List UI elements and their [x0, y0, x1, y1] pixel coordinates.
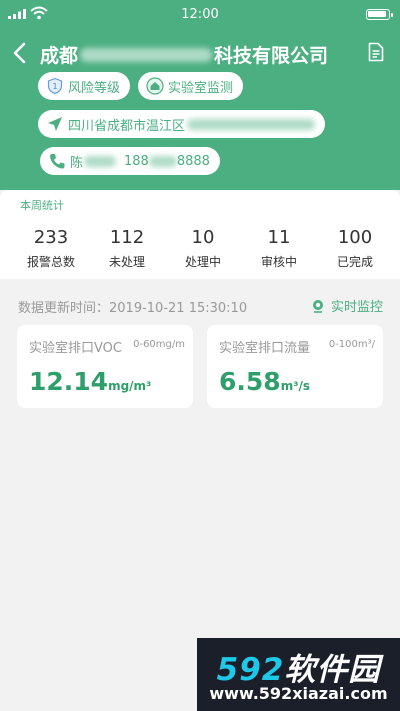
flow-card[interactable]: 实验室排口流量 0-100m³/ 6.58m³/s [207, 325, 383, 408]
title-redacted [80, 47, 213, 62]
stat-label: 审核中 [260, 255, 297, 269]
watermark-name: 软件园 [284, 652, 381, 688]
shield-icon: 1 [47, 77, 63, 95]
svg-text:1: 1 [52, 82, 57, 91]
card-unit: mg/m³ [108, 379, 152, 393]
header: 12:00 成都 科技有限公司 1 风险等级 实验室监测 四川省成都市温江区 陈… [0, 0, 400, 190]
watermark-logo: 592软件园 www.592xiazai.com [197, 638, 400, 711]
address-text: 四川省成都市温江区 [68, 118, 186, 134]
company-title: 成都 科技有限公司 [40, 41, 328, 68]
card-unit: m³/s [280, 379, 310, 393]
contact-phone-end: 8888 [176, 153, 210, 169]
card-range: 0-60mg/m [133, 339, 185, 350]
title-end: 科技有限公司 [214, 45, 329, 67]
stat-label: 报警总数 [26, 255, 75, 269]
watermark-title: 592软件园 [197, 644, 400, 689]
stat-label: 处理中 [184, 255, 221, 269]
stat-completed[interactable]: 100 已完成 [320, 227, 390, 270]
stat-value: 11 [267, 227, 291, 248]
contact-pill[interactable]: 陈 188 8888 [40, 147, 220, 175]
address-redacted [187, 118, 316, 130]
monitor-label: 实时监控 [330, 300, 383, 315]
contact-phone-redacted [148, 155, 177, 167]
contact-name-redacted [84, 155, 117, 167]
location-arrow-icon [48, 117, 62, 131]
document-icon[interactable] [368, 42, 384, 62]
watermark-number: 592 [216, 652, 285, 688]
contact-phone-start: 188 [124, 153, 149, 169]
camera-icon [312, 299, 323, 313]
data-update-time: 数据更新时间：2019-10-21 15:30:10 [18, 297, 247, 316]
back-arrow-icon[interactable] [10, 40, 32, 66]
status-time: 12:00 [181, 7, 219, 22]
update-time: 2019-10-21 15:30:10 [109, 301, 248, 316]
stat-unprocessed[interactable]: 112 未处理 [92, 227, 162, 270]
contact-name: 陈 [70, 155, 84, 171]
stats-title: 本周统计 [20, 199, 64, 212]
card-value: 12.14mg/m³ [29, 367, 151, 396]
stat-reviewing[interactable]: 11 审核中 [244, 227, 314, 270]
watermark-url: www.592xiazai.com [209, 684, 388, 703]
status-bar: 12:00 [0, 0, 400, 28]
lab-monitoring-label: 实验室监测 [168, 80, 234, 96]
stat-value: 10 [191, 227, 215, 248]
card-number: 6.58 [219, 367, 281, 396]
stat-total-alarms[interactable]: 233 报警总数 [16, 227, 86, 270]
address-pill[interactable]: 四川省成都市温江区 [38, 110, 326, 138]
card-number: 12.14 [29, 367, 109, 396]
card-name: 实验室排口流量 [219, 341, 311, 356]
battery-icon [366, 9, 393, 20]
realtime-monitor-link[interactable]: 实时监控 [311, 296, 383, 315]
risk-level-label: 风险等级 [68, 80, 121, 96]
voc-card[interactable]: 实验室排口VOC 0-60mg/m 12.14mg/m³ [17, 325, 193, 408]
risk-level-tag[interactable]: 1 风险等级 [38, 72, 131, 100]
update-label: 数据更新时间： [18, 301, 110, 316]
stat-value: 233 [33, 227, 69, 248]
title-start: 成都 [40, 45, 79, 67]
stat-processing[interactable]: 10 处理中 [168, 227, 238, 270]
card-name: 实验室排口VOC [29, 341, 122, 356]
weekly-stats: 本周统计 233 报警总数 112 未处理 10 处理中 11 审核中 100 … [0, 190, 400, 279]
home-icon [146, 77, 164, 95]
lab-monitoring-tag[interactable]: 实验室监测 [138, 72, 244, 100]
stat-label: 未处理 [108, 255, 145, 269]
card-range: 0-100m³/ [328, 339, 375, 350]
card-value: 6.58m³/s [219, 367, 310, 396]
stat-label: 已完成 [336, 255, 373, 269]
stat-value: 100 [337, 227, 373, 248]
phone-icon [50, 154, 65, 169]
stat-value: 112 [109, 227, 145, 248]
